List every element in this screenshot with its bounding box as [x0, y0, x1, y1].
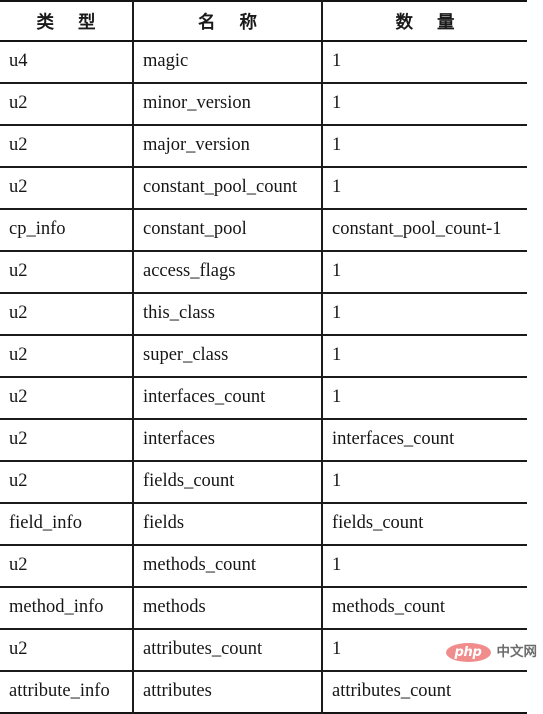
cell-name: fields	[133, 503, 323, 546]
cell-type: method_info	[0, 587, 134, 630]
column-header-count: 数 量	[322, 1, 527, 42]
column-header-name-label: 名 称	[197, 12, 267, 33]
table-row: u2 minor_version 1	[0, 83, 527, 126]
table-body: u4 magic 1 u2 minor_version 1 u2 major_v…	[0, 41, 527, 713]
cell-type: u2	[0, 125, 134, 168]
cell-name: attributes_count	[133, 629, 323, 672]
cell-count: 1	[322, 83, 527, 126]
cell-type: u2	[0, 545, 134, 588]
table-row: u2 this_class 1	[0, 293, 527, 336]
cell-type: u2	[0, 83, 134, 126]
cell-name: fields_count	[133, 461, 323, 504]
cell-count: fields_count	[322, 503, 527, 546]
table-row: attribute_info attributes attributes_cou…	[0, 671, 527, 713]
cell-name: this_class	[133, 293, 323, 336]
cell-type: u2	[0, 419, 134, 462]
table-row: cp_info constant_pool constant_pool_coun…	[0, 209, 527, 252]
table-row: field_info fields fields_count	[0, 503, 527, 546]
cell-count: 1	[322, 293, 527, 336]
cell-name: minor_version	[133, 83, 323, 126]
cell-type: field_info	[0, 503, 134, 546]
cell-count: 1	[322, 629, 527, 672]
cell-count: 1	[322, 377, 527, 420]
cell-count: 1	[322, 251, 527, 294]
cell-type: u2	[0, 167, 134, 210]
cell-name: magic	[133, 41, 323, 84]
table-row: u2 methods_count 1	[0, 545, 527, 588]
classfile-structure-table-container: 类 型 名 称 数 量 u4 magic 1 u2 minor_version …	[0, 0, 543, 714]
cell-name: constant_pool	[133, 209, 323, 252]
cell-type: attribute_info	[0, 671, 134, 713]
cell-count: 1	[322, 335, 527, 378]
cell-type: u4	[0, 41, 134, 84]
column-header-type-label: 类 型	[36, 12, 105, 33]
table-row: u2 super_class 1	[0, 335, 527, 378]
table-header: 类 型 名 称 数 量	[0, 1, 527, 42]
cell-type: u2	[0, 377, 134, 420]
cell-count: interfaces_count	[322, 419, 527, 462]
cell-count: 1	[322, 167, 527, 210]
column-header-name: 名 称	[133, 1, 323, 42]
cell-type: u2	[0, 293, 134, 336]
classfile-structure-table: 类 型 名 称 数 量 u4 magic 1 u2 minor_version …	[0, 0, 527, 714]
table-header-row: 类 型 名 称 数 量	[0, 1, 527, 42]
table-row: method_info methods methods_count	[0, 587, 527, 630]
cell-type: u2	[0, 251, 134, 294]
cell-type: u2	[0, 335, 134, 378]
table-row: u2 interfaces interfaces_count	[0, 419, 527, 462]
table-row: u2 constant_pool_count 1	[0, 167, 527, 210]
cell-count: 1	[322, 545, 527, 588]
table-row: u4 magic 1	[0, 41, 527, 84]
cell-name: super_class	[133, 335, 323, 378]
cell-name: interfaces	[133, 419, 323, 462]
cell-count: attributes_count	[332, 681, 452, 702]
cell-name: methods	[133, 587, 323, 630]
cell-name: attributes	[133, 671, 323, 713]
cell-count: 1	[322, 461, 527, 504]
table-row: u2 interfaces_count 1	[0, 377, 527, 420]
cell-name: methods_count	[133, 545, 323, 588]
cell-name: interfaces_count	[133, 377, 323, 420]
cell-name: constant_pool_count	[133, 167, 323, 210]
column-header-type: 类 型	[0, 1, 134, 42]
cell-count: 1	[322, 41, 527, 84]
table-row: u2 major_version 1	[0, 125, 527, 168]
cell-type: cp_info	[0, 209, 134, 252]
table-row: u2 attributes_count 1	[0, 629, 527, 672]
cell-count: 1	[322, 125, 527, 168]
cell-name: access_flags	[133, 251, 323, 294]
cell-type: u2	[0, 461, 134, 504]
cell-count: constant_pool_count-1	[322, 209, 527, 252]
column-header-count-label: 数 量	[395, 12, 464, 33]
table-row: u2 access_flags 1	[0, 251, 527, 294]
cell-type: u2	[0, 629, 134, 672]
cell-name: major_version	[133, 125, 323, 168]
table-row: u2 fields_count 1	[0, 461, 527, 504]
cell-count: methods_count	[322, 587, 527, 630]
